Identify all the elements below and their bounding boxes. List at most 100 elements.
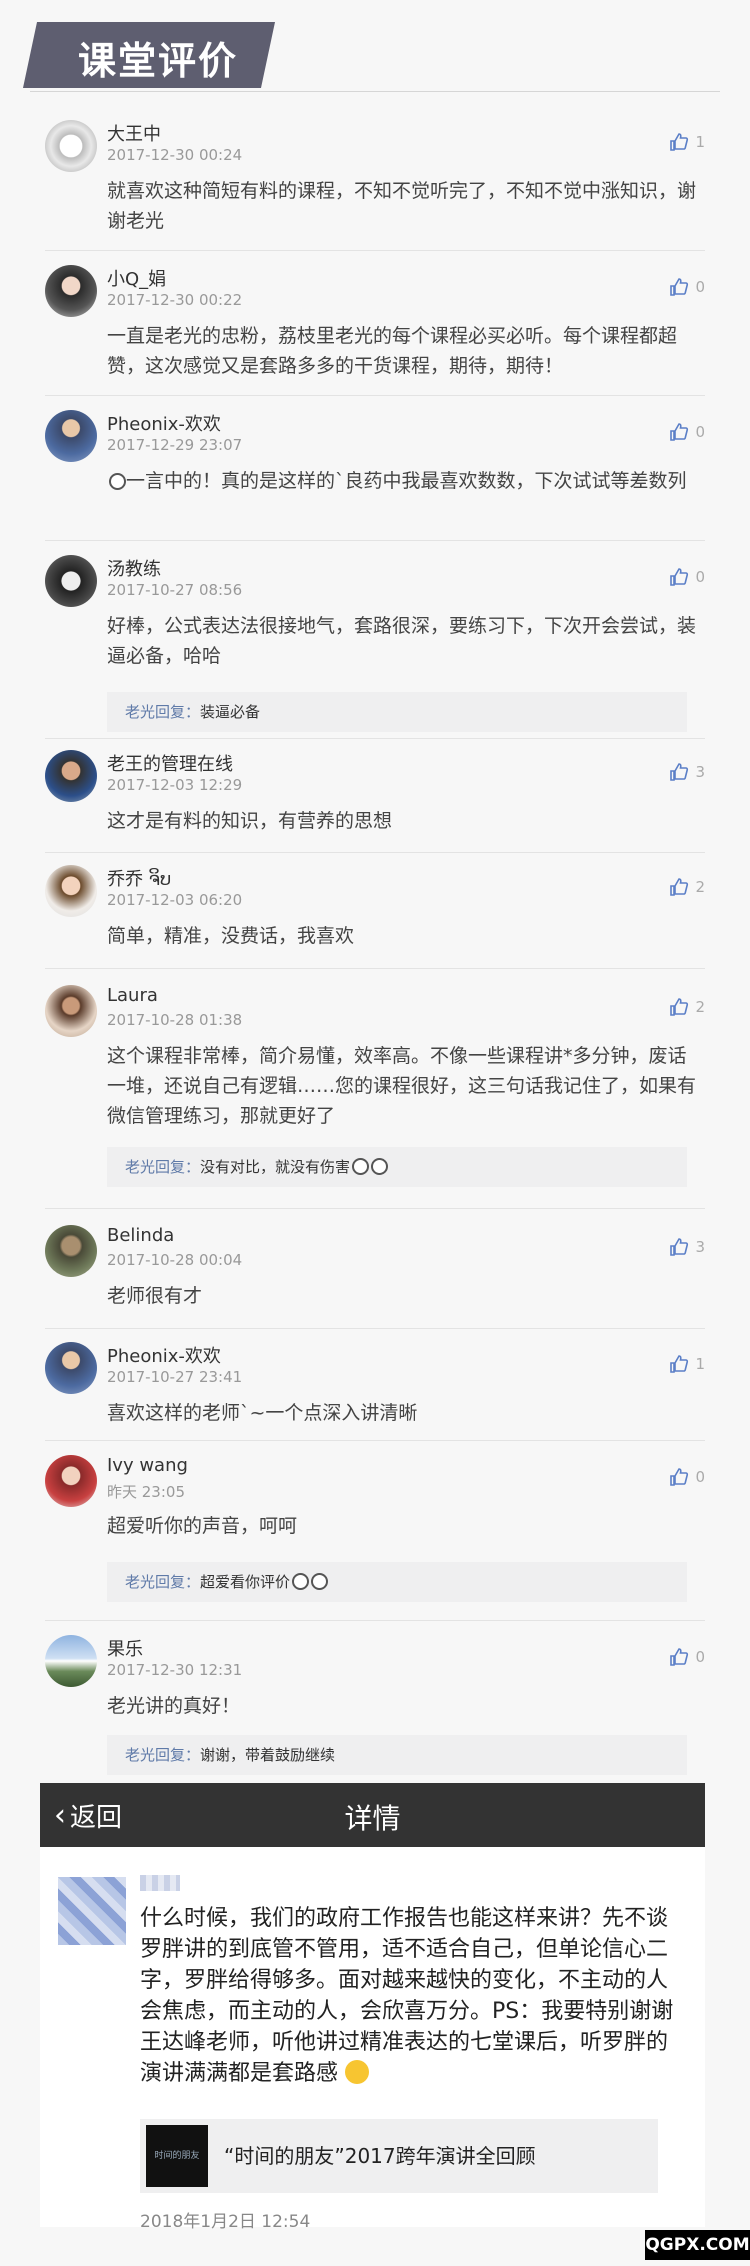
comment-divider (45, 968, 705, 969)
comment-time: 2017-10-28 01:38 (107, 1011, 243, 1029)
emoji-icon (292, 1573, 310, 1590)
like-count: 1 (695, 133, 705, 151)
avatar[interactable] (45, 865, 97, 917)
post-card: 什么时候，我们的政府工作报告也能这样来讲？先不谈罗胖讲的到底管不管用，适不适合自… (40, 1847, 705, 2232)
reply-text: 没有对比，就没有伤害 (200, 1158, 351, 1176)
comment-text: 好棒，公式表达法很接地气，套路很深，要练习下，下次开会尝试，装逼必备，哈哈 (107, 615, 697, 667)
comment-text: 一言中的！真的是这样的`良药中我最喜欢数数，下次试试等差数列 (107, 466, 697, 496)
thumbs-up-icon (670, 278, 689, 296)
comment-text: 简单，精准，没费话，我喜欢 (107, 925, 355, 947)
avatar[interactable] (58, 1877, 126, 1945)
like-button[interactable]: 2 (669, 997, 705, 1017)
page-title: 课堂评价 (78, 39, 239, 83)
avatar[interactable] (45, 410, 97, 462)
comment-text: 就喜欢这种简短有料的课程，不知不觉听完了，不知不觉中涨知识，谢谢老光 (107, 180, 697, 232)
reply-author[interactable]: 老光回复： (125, 1746, 200, 1764)
avatar[interactable] (45, 1225, 97, 1277)
comment-time: 2017-12-03 06:20 (107, 891, 243, 909)
comment-item: 乔乔 ຈິບ 2017-12-03 06:20 2 简单，精准，没费话，我喜欢 (45, 865, 705, 965)
comment-time: 2017-10-27 23:41 (107, 1368, 243, 1386)
comment-item: 大王中 2017-12-30 00:24 1 就喜欢这种简短有料的课程，不知不觉… (45, 120, 705, 240)
reply-text: 谢谢，带着鼓励继续 (200, 1746, 336, 1764)
comment-divider (45, 1620, 705, 1621)
post-date: 2018年1月2日 12:54 (140, 2212, 311, 2232)
link-thumbnail-text: 时间的朋友 (154, 2151, 200, 2161)
comment-divider (45, 395, 705, 396)
comment-author[interactable]: Laura (107, 985, 158, 1006)
like-button[interactable]: 0 (669, 277, 705, 297)
emoji-icon (109, 473, 126, 490)
avatar[interactable] (45, 555, 97, 607)
like-button[interactable]: 0 (669, 567, 705, 587)
shared-link-card[interactable]: 时间的朋友 “时间的朋友”2017跨年演讲全回顾 (140, 2119, 658, 2193)
avatar[interactable] (45, 1635, 97, 1687)
comment-divider (45, 1328, 705, 1329)
like-count: 2 (695, 998, 705, 1016)
avatar[interactable] (45, 985, 97, 1037)
comment-divider (45, 1440, 705, 1441)
avatar[interactable] (45, 1342, 97, 1394)
like-button[interactable]: 0 (669, 422, 705, 442)
comment-text: 这才是有料的知识，有营养的思想 (107, 810, 393, 832)
comment-item: 老王的管理在线 2017-12-03 12:29 3 这才是有料的知识，有营养的… (45, 750, 705, 850)
reply-box: 老光回复：装逼必备 (107, 692, 687, 732)
comment-item: Laura 2017-10-28 01:38 2 这个课程非常棒，简介易懂，效率… (45, 985, 705, 1200)
comment-divider (45, 738, 705, 739)
thumbs-up-icon (670, 568, 689, 586)
reply-author[interactable]: 老光回复： (125, 703, 200, 721)
comment-author[interactable]: Pheonix-欢欢 (107, 1342, 221, 1368)
post-text: 什么时候，我们的政府工作报告也能这样来讲？先不谈罗胖讲的到底管不管用，适不适合自… (140, 1903, 680, 2089)
emoji-icon (371, 1158, 389, 1175)
like-count: 3 (695, 763, 705, 781)
avatar[interactable] (45, 120, 97, 172)
like-count: 0 (695, 1648, 705, 1666)
reply-box: 老光回复：超爱看你评价 (107, 1562, 687, 1602)
comment-author[interactable]: 乔乔 ຈິບ (107, 865, 171, 891)
reply-box: 老光回复：谢谢，带着鼓励继续 (107, 1735, 687, 1775)
comment-item: Pheonix-欢欢 2017-10-27 23:41 1 喜欢这样的老师`~一… (45, 1342, 705, 1442)
thumbs-up-icon (670, 1355, 689, 1373)
like-count: 2 (695, 878, 705, 896)
reply-box: 老光回复：没有对比，就没有伤害 (107, 1147, 687, 1187)
detail-navbar: ‹ 返回 详情 (40, 1783, 705, 1847)
comment-time: 2017-12-29 23:07 (107, 436, 243, 454)
like-count: 0 (695, 278, 705, 296)
like-button[interactable]: 1 (669, 1354, 705, 1374)
like-button[interactable]: 3 (669, 762, 705, 782)
post-author-blurred[interactable] (140, 1875, 180, 1891)
comment-item: 果乐 2017-12-30 12:31 0 老光讲的真好！ 老光回复：谢谢，带着… (45, 1635, 705, 1775)
reply-author[interactable]: 老光回复： (125, 1158, 200, 1176)
thumbs-up-icon (670, 1648, 689, 1666)
avatar[interactable] (45, 1455, 97, 1507)
comment-divider (45, 852, 705, 853)
like-count: 0 (695, 568, 705, 586)
comment-item: Belinda 2017-10-28 00:04 3 老师很有才 (45, 1225, 705, 1325)
like-button[interactable]: 1 (669, 132, 705, 152)
avatar[interactable] (45, 265, 97, 317)
watermark: QGPX.COM (645, 2230, 750, 2260)
reply-author[interactable]: 老光回复： (125, 1573, 200, 1591)
comment-item: 小Q_娟 2017-12-30 00:22 0 一直是老光的忠粉，荔枝里老光的每… (45, 265, 705, 385)
thumbs-up-icon (670, 423, 689, 441)
like-button[interactable]: 3 (669, 1237, 705, 1257)
like-count: 0 (695, 1468, 705, 1486)
like-button[interactable]: 2 (669, 877, 705, 897)
comment-author[interactable]: 汤教练 (107, 555, 161, 581)
post-text-content: 什么时候，我们的政府工作报告也能这样来讲？先不谈罗胖讲的到底管不管用，适不适合自… (140, 1906, 674, 2086)
like-button[interactable]: 0 (669, 1467, 705, 1487)
avatar[interactable] (45, 750, 97, 802)
comment-author[interactable]: Belinda (107, 1225, 174, 1246)
comment-author[interactable]: 果乐 (107, 1635, 143, 1661)
comment-author[interactable]: 小Q_娟 (107, 265, 166, 291)
thumbs-up-icon (670, 763, 689, 781)
comment-author[interactable]: Pheonix-欢欢 (107, 410, 221, 436)
comment-author[interactable]: 老王的管理在线 (107, 750, 233, 776)
comment-item: 汤教练 2017-10-27 08:56 0 好棒，公式表达法很接地气，套路很深… (45, 555, 705, 740)
comment-text: 喜欢这样的老师`~一个点深入讲清晰 (107, 1402, 418, 1424)
comment-divider (45, 1208, 705, 1209)
comment-text: 老师很有才 (107, 1285, 203, 1307)
like-button[interactable]: 0 (669, 1647, 705, 1667)
comment-author[interactable]: Ivy wang (107, 1455, 188, 1476)
comment-author[interactable]: 大王中 (107, 120, 161, 146)
emoji-icon (311, 1573, 329, 1590)
